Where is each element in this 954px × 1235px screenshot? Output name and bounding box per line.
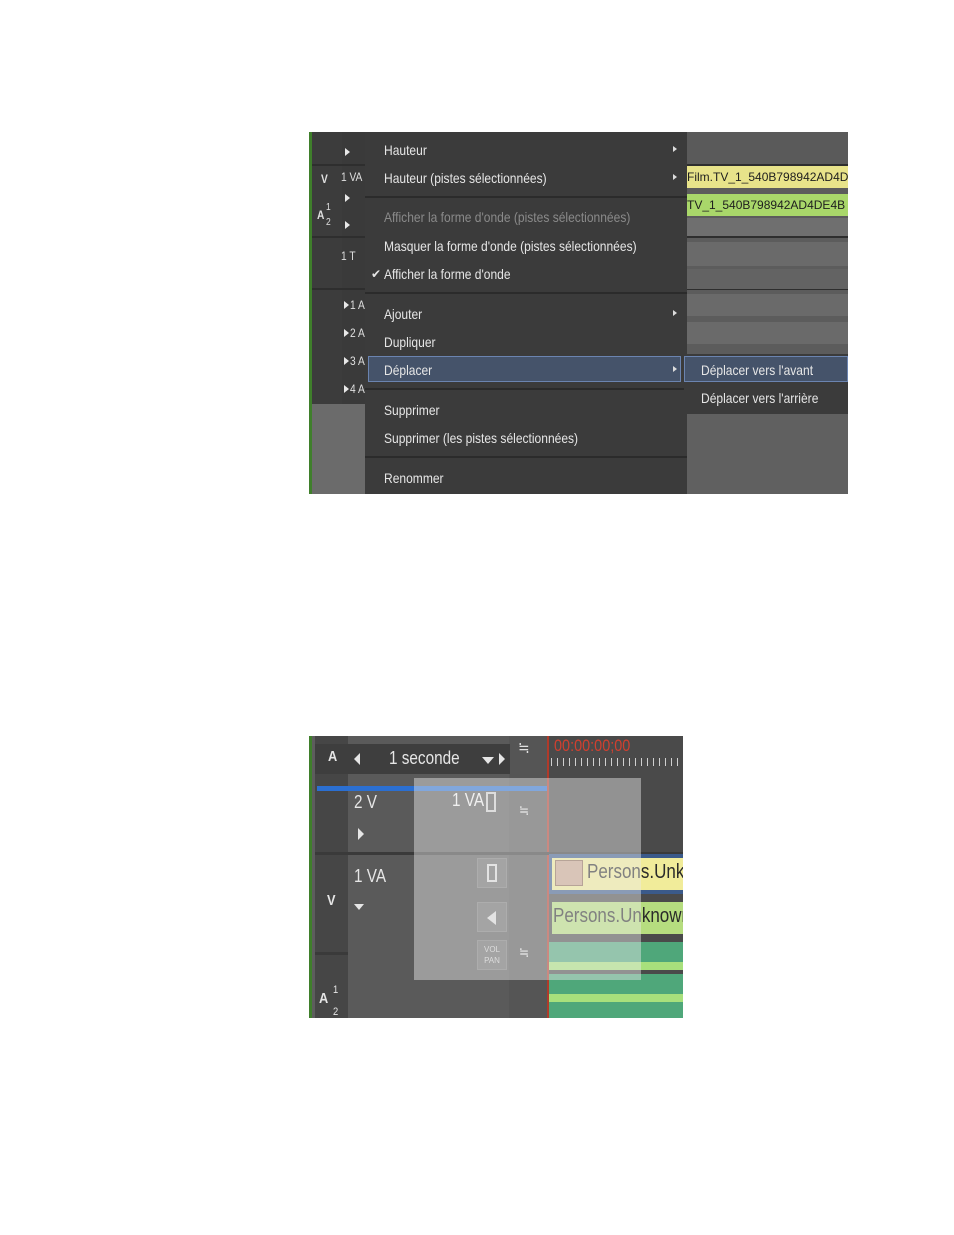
audio-track-area <box>685 322 848 344</box>
timeline-empty-area <box>685 414 848 494</box>
menu-item-hauteur[interactable]: Hauteur <box>384 142 427 158</box>
menu-separator <box>365 388 687 390</box>
track-gap <box>685 218 848 236</box>
submenu-arrow-icon <box>673 174 677 180</box>
audio-channel-sup: 1 <box>333 984 339 996</box>
menu-separator <box>365 456 687 458</box>
context-menu: Hauteur Hauteur (pistes sélectionnées) A… <box>365 132 687 494</box>
expand-arrow-icon[interactable] <box>344 385 349 393</box>
timeline-ruler[interactable] <box>551 758 683 766</box>
video-clip[interactable]: Film.TV_1_540B798942AD4DE4 <box>685 166 848 188</box>
track-menu-icon[interactable]: ≒ <box>518 738 529 758</box>
audio-clip[interactable]: TV_1_540B798942AD4DE4B TU <box>685 194 848 216</box>
menu-item-deplacer[interactable]: Déplacer <box>384 362 432 378</box>
timecode: 00:00:00;00 <box>554 736 631 755</box>
empty-header-area <box>312 404 366 494</box>
submenu-arrow-icon <box>673 146 677 152</box>
menu-item-supprimer-pistes[interactable]: Supprimer (les pistes sélectionnées) <box>384 430 578 446</box>
menu-item-ajouter[interactable]: Ajouter <box>384 306 422 322</box>
track-1va-label: 1 VA <box>354 866 387 886</box>
submenu-arrow-icon <box>673 366 677 372</box>
row-divider <box>315 952 348 955</box>
submenu-deplacer: Déplacer vers l'avant Déplacer vers l'ar… <box>684 354 848 414</box>
scale-right-icon[interactable] <box>499 753 505 765</box>
menu-item-renommer[interactable]: Renommer <box>384 470 444 486</box>
expand-arrow-icon[interactable] <box>344 301 349 309</box>
menu-separator <box>365 292 687 294</box>
scale-left-icon[interactable] <box>354 753 360 765</box>
title-track-area <box>685 242 848 266</box>
scale-label[interactable]: 1 seconde <box>389 748 460 769</box>
track-lock-column <box>315 736 348 1018</box>
menu-item-masquer-forme-onde[interactable]: Masquer la forme d'onde (pistes sélectio… <box>384 238 637 254</box>
timeline-context-menu-screenshot: V 1 VA A 1 2 1 T 1 A 2 A 3 A 4 A Film.TV… <box>309 132 848 494</box>
collapse-arrow-icon[interactable] <box>354 904 364 910</box>
track-2v-label: 2 V <box>354 792 377 812</box>
audio-waveform <box>549 1002 683 1018</box>
audio-channel-sub: 2 <box>333 1006 339 1018</box>
expand-arrow-icon[interactable] <box>358 828 364 840</box>
audio-track-letter: A <box>319 990 329 1007</box>
track-drag-screenshot: A 1 seconde ≒ 00:00:00;00 2 V ≒ 1 VA V V… <box>309 736 683 1018</box>
audio-waveform <box>549 994 683 1002</box>
a-button[interactable]: A <box>328 748 337 765</box>
submenu-arrow-icon <box>673 310 677 316</box>
menu-item-afficher-forme-onde-pistes: Afficher la forme d'onde (pistes sélecti… <box>384 209 631 225</box>
expand-arrow-icon[interactable] <box>344 357 349 365</box>
timeline-edge <box>309 736 312 1018</box>
dragged-track-label: 1 VA <box>452 790 485 810</box>
menu-item-afficher-forme-onde[interactable]: Afficher la forme d'onde <box>384 266 511 282</box>
checkmark-icon: ✔ <box>371 267 382 281</box>
menu-item-hauteur-pistes[interactable]: Hauteur (pistes sélectionnées) <box>384 170 547 186</box>
menu-separator <box>365 196 687 198</box>
film-icon <box>486 792 496 812</box>
audio-track-area <box>685 294 848 316</box>
drag-ghost-overlay <box>414 778 641 980</box>
expand-arrow-icon[interactable] <box>345 148 350 156</box>
submenu-item-deplacer-avant[interactable]: Déplacer vers l'avant <box>701 362 813 378</box>
menu-item-dupliquer[interactable]: Dupliquer <box>384 334 436 350</box>
scale-dropdown-icon[interactable] <box>482 757 494 764</box>
submenu-item-deplacer-arriere[interactable]: Déplacer vers l'arrière <box>701 390 818 406</box>
expand-arrow-icon[interactable] <box>344 329 349 337</box>
video-track-letter: V <box>327 892 336 909</box>
expand-arrow-icon[interactable] <box>345 194 350 202</box>
timeline-ruler-area <box>685 132 848 164</box>
track-gap <box>685 269 848 289</box>
menu-item-supprimer[interactable]: Supprimer <box>384 402 440 418</box>
expand-arrow-icon[interactable] <box>345 221 350 229</box>
